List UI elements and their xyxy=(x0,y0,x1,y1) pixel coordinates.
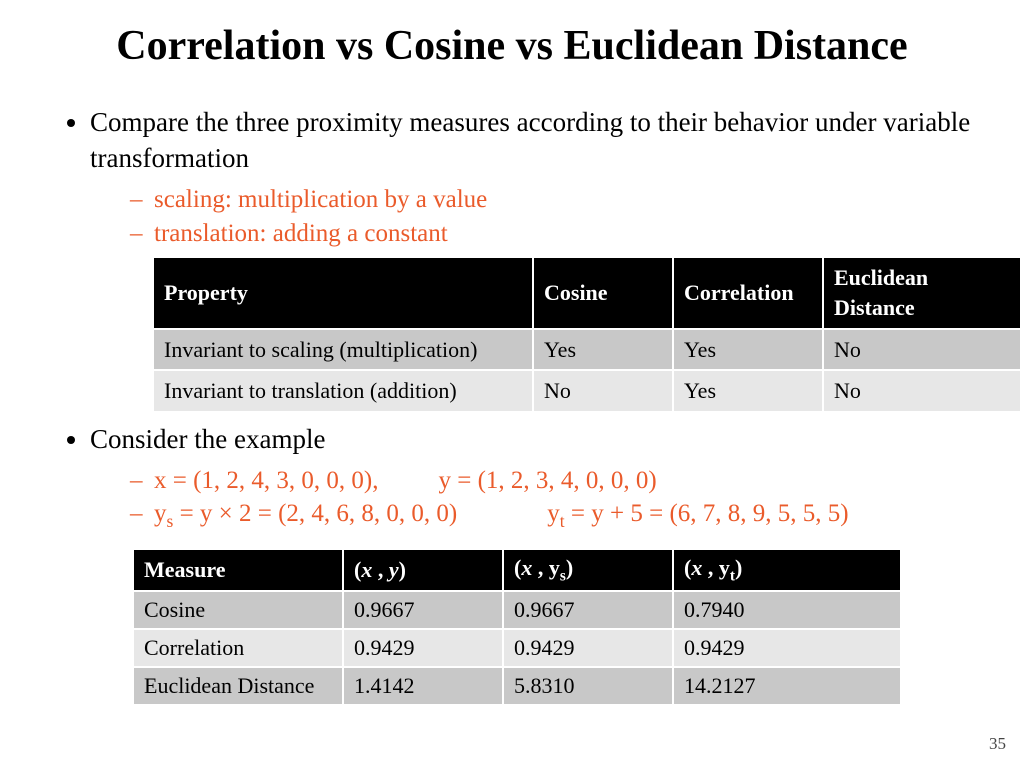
th-xyt: (x , yt) xyxy=(673,549,901,591)
cell: 0.9667 xyxy=(343,591,503,629)
table-row: Invariant to translation (addition) No Y… xyxy=(153,370,1021,412)
cell: Invariant to scaling (multiplication) xyxy=(153,329,533,371)
bullet-2b: ys = y × 2 = (2, 4, 6, 8, 0, 0, 0)yt = y… xyxy=(130,497,988,534)
cell: 0.9429 xyxy=(503,629,673,667)
th-measure: Measure xyxy=(133,549,343,591)
properties-table: Property Cosine Correlation Euclidean Di… xyxy=(152,256,1022,413)
x-vector: x = (1, 2, 4, 3, 0, 0, 0), xyxy=(154,467,379,494)
yt-vector: = y + 5 = (6, 7, 8, 9, 5, 5, 5) xyxy=(565,500,849,527)
th-property: Property xyxy=(153,257,533,328)
table-header-row: Measure (x , y) (x , ys) (x , yt) xyxy=(133,549,901,591)
page-number: 35 xyxy=(989,734,1006,754)
cell: Yes xyxy=(673,329,823,371)
th-cosine: Cosine xyxy=(533,257,673,328)
bullet-1: Compare the three proximity measures acc… xyxy=(90,104,988,413)
y-vector: y = (1, 2, 3, 4, 0, 0, 0) xyxy=(439,467,657,494)
p2: ) xyxy=(566,555,573,580)
bullet-2a: x = (1, 2, 4, 3, 0, 0, 0), y = (1, 2, 3, … xyxy=(130,464,988,498)
cell: No xyxy=(823,329,1021,371)
cell: Euclidean Distance xyxy=(133,667,343,705)
x: x xyxy=(361,557,378,582)
table-row: Invariant to scaling (multiplication) Ye… xyxy=(153,329,1021,371)
th-xy: (x , y) xyxy=(343,549,503,591)
bullet-1b: translation: adding a constant xyxy=(130,217,988,251)
page-title: Correlation vs Cosine vs Euclidean Dista… xyxy=(36,22,988,70)
cell: 5.8310 xyxy=(503,667,673,705)
cell: Correlation xyxy=(133,629,343,667)
cell: 0.9429 xyxy=(673,629,901,667)
bullet-1-text: Compare the three proximity measures acc… xyxy=(90,107,970,173)
y: y xyxy=(389,557,399,582)
c: , xyxy=(378,557,389,582)
cell: 0.9429 xyxy=(343,629,503,667)
th-correlation: Correlation xyxy=(673,257,823,328)
bullet-1a: scaling: multiplication by a value xyxy=(130,183,988,217)
bullet-2: Consider the example x = (1, 2, 4, 3, 0,… xyxy=(90,421,988,534)
cell: 14.2127 xyxy=(673,667,901,705)
slide: Correlation vs Cosine vs Euclidean Dista… xyxy=(0,0,1024,768)
table-row: Correlation 0.9429 0.9429 0.9429 xyxy=(133,629,901,667)
cell: Cosine xyxy=(133,591,343,629)
cell: Yes xyxy=(673,370,823,412)
table-row: Euclidean Distance 1.4142 5.8310 14.2127 xyxy=(133,667,901,705)
bullet-2-text: Consider the example xyxy=(90,424,325,454)
th-euclidean: Euclidean Distance xyxy=(823,257,1021,328)
c: , y xyxy=(538,555,560,580)
bullet-2-sub: x = (1, 2, 4, 3, 0, 0, 0), y = (1, 2, 3, … xyxy=(90,464,988,534)
ys-vector: = y × 2 = (2, 4, 6, 8, 0, 0, 0) xyxy=(173,500,457,527)
bullet-1-sub: scaling: multiplication by a value trans… xyxy=(90,183,988,251)
x: x xyxy=(691,555,708,580)
cell: Yes xyxy=(533,329,673,371)
cell: No xyxy=(533,370,673,412)
cell: 0.9667 xyxy=(503,591,673,629)
cell: 1.4142 xyxy=(343,667,503,705)
bullet-list: Compare the three proximity measures acc… xyxy=(36,104,988,534)
cell: 0.7940 xyxy=(673,591,901,629)
th-xys: (x , ys) xyxy=(503,549,673,591)
table-header-row: Property Cosine Correlation Euclidean Di… xyxy=(153,257,1021,328)
cell: Invariant to translation (addition) xyxy=(153,370,533,412)
p2: ) xyxy=(735,555,742,580)
p2: ) xyxy=(399,557,406,582)
cell: No xyxy=(823,370,1021,412)
measures-table: Measure (x , y) (x , ys) (x , yt) Cosine… xyxy=(132,548,902,706)
yt-label: y xyxy=(547,500,560,527)
table-row: Cosine 0.9667 0.9667 0.7940 xyxy=(133,591,901,629)
x: x xyxy=(521,555,538,580)
ys-label: y xyxy=(154,500,167,527)
c: , y xyxy=(708,555,730,580)
